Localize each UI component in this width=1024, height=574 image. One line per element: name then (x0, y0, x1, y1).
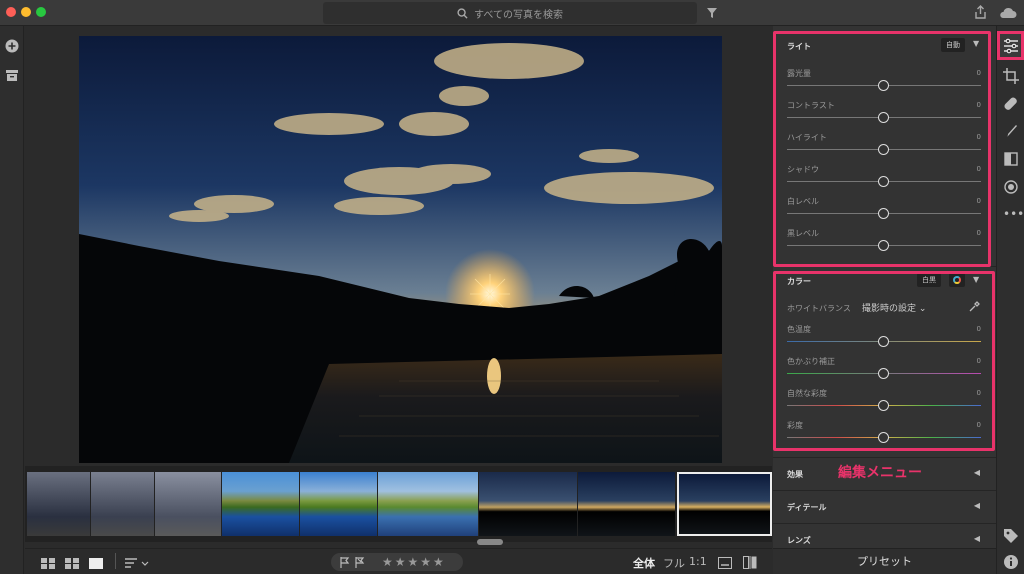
main-photo[interactable] (79, 36, 722, 463)
brush-icon[interactable] (1003, 123, 1019, 139)
reject-flag-icon[interactable] (355, 557, 365, 568)
minimize-window-button[interactable] (21, 7, 31, 17)
effects-section-title: 効果 (787, 470, 803, 479)
share-icon[interactable] (974, 5, 987, 20)
search-input[interactable]: すべての写真を検索 (323, 2, 697, 24)
filmstrip-thumbnail[interactable] (479, 472, 577, 536)
filmstrip-thumbnail[interactable] (300, 472, 377, 536)
filmstrip-thumbnail[interactable] (27, 472, 90, 536)
star-rating[interactable]: ★★★★★ (382, 555, 446, 569)
view-one-to-one-button[interactable]: 1:1 (689, 555, 707, 568)
right-toolbar: ••• (996, 26, 1024, 574)
filmstrip-thumbnail[interactable] (91, 472, 154, 536)
edit-panel: ライト 自動 ▼ 露光量 0 コントラスト 0 ハイライト 0 シャドウ 0 白… (773, 26, 996, 574)
edit-sliders-icon[interactable] (1003, 38, 1019, 54)
detail-view-icon[interactable] (89, 558, 103, 569)
info-overlay-icon[interactable] (718, 557, 732, 569)
filter-icon[interactable] (706, 7, 718, 19)
more-icon[interactable]: ••• (1003, 206, 1024, 222)
search-icon (457, 7, 468, 19)
sort-icon[interactable] (125, 558, 149, 569)
library-icon[interactable] (5, 68, 19, 82)
close-window-button[interactable] (6, 7, 16, 17)
radial-gradient-icon[interactable] (1003, 179, 1019, 195)
filmstrip-scrollbar[interactable] (477, 539, 503, 545)
view-all-button[interactable]: 全体 (633, 555, 655, 571)
filmstrip-thumbnail[interactable] (155, 472, 221, 536)
filmstrip-thumbnail[interactable] (578, 472, 675, 536)
expand-arrow-icon: ◀ (973, 501, 980, 510)
lens-section-title: レンズ (787, 536, 811, 545)
edit-menu-annotation: 編集メニュー (838, 465, 922, 481)
left-sidebar (0, 26, 24, 574)
expand-arrow-icon: ◀ (973, 534, 980, 543)
tag-icon[interactable] (1003, 528, 1019, 544)
bottom-toolbar: ★★★★★ 全体 フル 1:1 (25, 548, 772, 574)
title-bar: すべての写真を検索 (0, 0, 1024, 26)
color-highlight-box (773, 271, 995, 451)
filmstrip-thumbnail[interactable] (222, 472, 299, 536)
pick-flag-icon[interactable] (340, 557, 350, 568)
photo-grid-icon[interactable] (65, 558, 79, 569)
view-full-button[interactable]: フル (663, 555, 685, 571)
search-placeholder: すべての写真を検索 (474, 9, 563, 21)
lens-section[interactable]: レンズ ◀ (773, 523, 996, 548)
detail-section[interactable]: ディテール ◀ (773, 490, 996, 523)
compare-icon[interactable] (743, 556, 757, 569)
cloud-icon[interactable] (999, 7, 1017, 19)
crop-icon[interactable] (1003, 68, 1019, 84)
expand-arrow-icon: ◀ (973, 468, 980, 477)
photo-viewer (25, 26, 770, 466)
add-photos-icon[interactable] (5, 39, 19, 53)
detail-section-title: ディテール (787, 503, 827, 512)
light-highlight-box (773, 31, 991, 267)
linear-gradient-icon[interactable] (1003, 151, 1019, 167)
healing-brush-icon[interactable] (1003, 96, 1019, 112)
filmstrip (25, 466, 772, 542)
toolbar-divider (115, 553, 116, 569)
info-icon[interactable] (1003, 554, 1019, 570)
square-grid-icon[interactable] (41, 558, 55, 569)
zoom-window-button[interactable] (36, 7, 46, 17)
filmstrip-thumbnail[interactable] (378, 472, 478, 536)
presets-button[interactable]: プリセット (773, 548, 996, 574)
app-window: すべての写真を検索 ★★★★★ 全体 フル 1:1 ライト 自動 ▼ 露光量 0… (0, 0, 1024, 574)
filmstrip-thumbnail-selected[interactable] (677, 472, 772, 536)
